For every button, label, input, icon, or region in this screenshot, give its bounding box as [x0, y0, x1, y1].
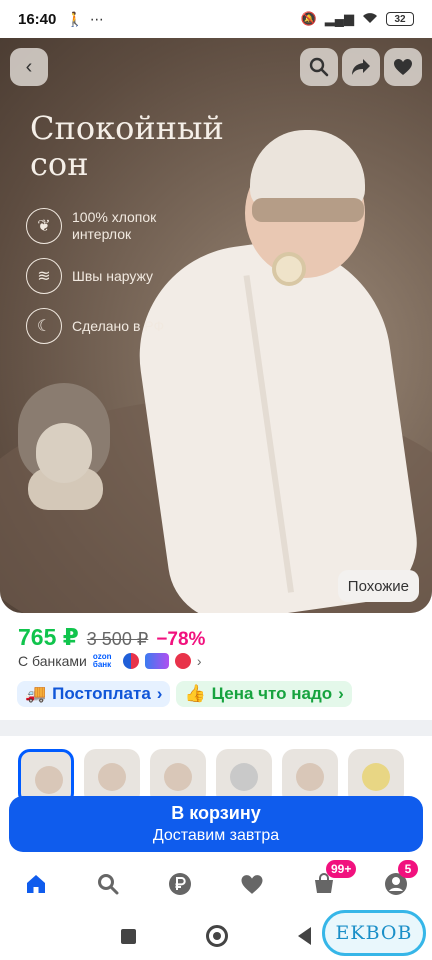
feature-made-in: ☾ Сделано в РФ: [26, 308, 182, 344]
fair-price-tag[interactable]: 👍 Цена что надо ›: [176, 681, 352, 707]
tags-row: 🚚 Постоплата › 👍 Цена что надо ›: [17, 681, 352, 707]
watermark-logo: EKBOB: [322, 910, 426, 956]
system-indicators: 🔕 ▂▄▆ 32: [301, 11, 414, 27]
banks-label: С банками: [18, 653, 87, 669]
more-dots-icon: ⋯: [89, 10, 104, 27]
heart-icon: [394, 59, 412, 75]
status-time: 16:40: [18, 10, 57, 28]
wifi-icon: [362, 12, 378, 27]
chevron-right-icon: ›: [196, 653, 202, 669]
bottom-nav: 99+ 5: [0, 860, 432, 906]
favorite-button[interactable]: [384, 48, 422, 86]
home-icon: [27, 875, 45, 893]
pacifier: [272, 252, 306, 286]
product-image[interactable]: Спокойный сон ❦ 100% хлопок интерлок ≋ Ш…: [0, 38, 432, 613]
nav-home[interactable]: [16, 864, 56, 904]
similar-button[interactable]: Похожие: [337, 570, 419, 602]
notification-icons: 🚶 ⋯: [66, 11, 103, 28]
nav-search[interactable]: [88, 864, 128, 904]
cart-label: В корзину: [171, 803, 261, 823]
back-button[interactable]: ‹: [10, 48, 48, 86]
nav-favorites[interactable]: [232, 864, 272, 904]
cart-count-badge: 99+: [326, 860, 357, 878]
back-nav-button[interactable]: [298, 927, 311, 945]
price-current: 765 ₽: [18, 624, 79, 650]
section-divider: [0, 720, 432, 736]
ruble-icon: [169, 873, 191, 895]
profile-badge: 5: [398, 860, 418, 878]
feature-list: ❦ 100% хлопок интерлок ≋ Швы наружу ☾ Сд…: [26, 208, 182, 344]
search-icon: [98, 874, 119, 895]
feature-cotton: ❦ 100% хлопок интерлок: [26, 208, 182, 244]
signal-icon: ▂▄▆: [324, 11, 354, 26]
add-to-cart-button[interactable]: В корзину Доставим завтра: [9, 796, 423, 852]
bank-logo-4: [174, 653, 191, 669]
thumbs-up-icon: 👍: [184, 684, 206, 703]
chevron-right-icon: ›: [156, 684, 163, 703]
truck-icon: 🚚: [25, 684, 47, 703]
price-block: 765 ₽ 3 500 ₽ −78%: [18, 624, 205, 651]
nav-finance[interactable]: [160, 864, 200, 904]
chevron-left-icon: ‹: [25, 55, 33, 78]
search-icon: [309, 57, 329, 77]
recent-apps-button[interactable]: [121, 928, 136, 944]
mute-icon: 🔕: [300, 11, 317, 26]
seam-icon: ≋: [26, 258, 62, 294]
walk-icon: 🚶: [66, 10, 84, 27]
heart-icon: [241, 874, 263, 894]
status-bar: 16:40 🚶 ⋯ 🔕 ▂▄▆ 32: [0, 0, 432, 38]
share-icon: [352, 59, 370, 75]
moon-icon: ☾: [26, 308, 62, 344]
price-old: 3 500 ₽: [86, 629, 149, 649]
postpay-tag[interactable]: 🚚 Постоплата ›: [17, 681, 171, 707]
delivery-label: Доставим завтра: [152, 827, 280, 844]
bank-logo-2: [122, 653, 139, 669]
leaf-icon: ❦: [26, 208, 62, 244]
nav-profile[interactable]: 5: [376, 860, 418, 904]
battery-icon: 32: [386, 12, 414, 26]
bank-offers[interactable]: С банками ozon банк ›: [18, 653, 202, 669]
nav-cart[interactable]: 99+: [304, 860, 357, 904]
share-button[interactable]: [342, 48, 380, 86]
home-button[interactable]: [206, 925, 228, 947]
search-button[interactable]: [300, 48, 338, 86]
chevron-right-icon: ›: [338, 684, 344, 703]
ozon-bank-logo: ozon банк: [92, 652, 112, 669]
feature-seams: ≋ Швы наружу: [26, 258, 182, 294]
hero-title: Спокойный сон: [30, 109, 224, 183]
bank-logo-3: [144, 653, 169, 669]
discount-badge: −78%: [156, 629, 206, 650]
